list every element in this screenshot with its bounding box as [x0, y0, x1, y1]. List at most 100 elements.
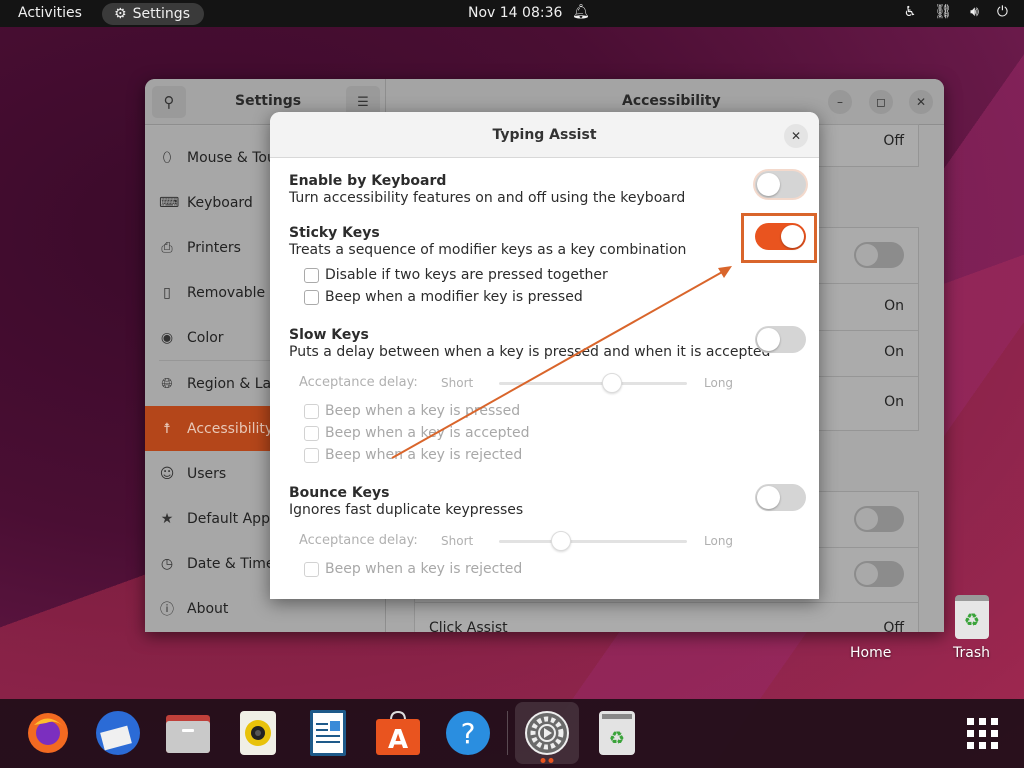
slow-keys-delay-slider[interactable] [499, 382, 687, 385]
row-value: Off [883, 133, 904, 149]
bounce-keys-toggle[interactable] [755, 484, 806, 511]
printer-icon: ⎙ [161, 239, 173, 256]
settings-app-icon [525, 711, 569, 755]
close-window-button[interactable]: ✕ [909, 90, 933, 114]
checkbox-box[interactable] [304, 267, 319, 283]
network-icon[interactable]: ⛓︎ [934, 4, 952, 20]
sticky-keys-title: Sticky Keys [289, 225, 380, 241]
rhythmbox-icon [240, 711, 276, 755]
checkbox-box[interactable] [304, 425, 319, 441]
slow-keys-slider-knob[interactable] [601, 373, 622, 393]
delay-long-label: Long [704, 534, 734, 548]
dock-thunderbird[interactable] [94, 709, 142, 757]
bounce-beep-rejected-checkbox[interactable]: Beep when a key is rejected [304, 561, 522, 577]
dock-help[interactable]: ? [444, 709, 492, 757]
checkbox-label: Beep when a key is accepted [325, 425, 530, 441]
delay-short-label: Short [441, 376, 474, 390]
usb-icon: ▯ [163, 284, 171, 301]
dock-settings[interactable] [515, 702, 579, 764]
checkbox-box[interactable] [304, 289, 319, 305]
dock-ubuntu-software[interactable]: A [374, 709, 422, 757]
top-bar: Activities ⚙ Settings Nov 14 08:36 🔔︎ ♿︎… [0, 0, 1024, 27]
dock-separator [507, 711, 508, 755]
help-icon: ? [446, 711, 490, 755]
app-grid-icon [967, 718, 998, 749]
click-assist-label[interactable]: Click Assist [429, 620, 508, 632]
annotation-highlight-box [741, 213, 817, 263]
slow-keys-delay-row: Acceptance delay: Short Long [299, 373, 739, 393]
show-apps-button[interactable] [958, 709, 1006, 757]
slow-beep-rejected-checkbox[interactable]: Beep when a key is rejected [304, 447, 522, 463]
checkbox-box[interactable] [304, 403, 319, 419]
mouse-icon: ⬯ [162, 149, 172, 166]
sidebar-item-label: Date & Time [187, 555, 275, 572]
enable-keyboard-title: Enable by Keyboard [289, 173, 447, 189]
row-value: On [884, 344, 904, 360]
firefox-icon [28, 713, 68, 753]
bounce-keys-delay-slider[interactable] [499, 540, 687, 543]
slow-keys-description: Puts a delay between when a key is press… [289, 344, 771, 360]
hamburger-icon: ☰ [357, 94, 369, 110]
clock-icon: ◷ [160, 555, 174, 572]
page-title: Accessibility [622, 93, 721, 109]
system-tray[interactable]: ♿︎ ⛓︎ 🔊︎ ⏻ [904, 4, 1008, 20]
app-menu-label: Settings [132, 6, 190, 22]
power-icon[interactable]: ⏻ [997, 4, 1008, 20]
minimize-button[interactable]: – [828, 90, 852, 114]
bounce-keys-slider-knob[interactable] [551, 531, 572, 551]
checkbox-label: Beep when a key is rejected [325, 561, 523, 577]
sticky-beep-modifier-checkbox[interactable]: Beep when a modifier key is pressed [304, 289, 583, 305]
globe-icon: 🌐︎ [161, 375, 173, 392]
sidebar-item-label: About [187, 600, 229, 617]
slow-keys-toggle[interactable] [755, 326, 806, 353]
app-menu-button[interactable]: ⚙ Settings [102, 3, 204, 25]
sidebar-item-label: Keyboard [187, 194, 253, 211]
maximize-button[interactable]: ◻ [869, 90, 893, 114]
home-desktop-label[interactable]: Home [850, 645, 891, 661]
volume-icon[interactable]: 🔊︎ [970, 4, 979, 20]
users-icon: ☺ [159, 465, 175, 482]
sidebar-item-label: Users [187, 465, 227, 482]
sidebar-item-label: Printers [187, 239, 241, 256]
dock-firefox[interactable] [24, 709, 72, 757]
bounce-keys-delay-row: Acceptance delay: Short Long [299, 531, 739, 551]
background-toggle[interactable] [854, 242, 904, 268]
checkbox-box[interactable] [304, 561, 319, 577]
sidebar-item-label: Color [187, 329, 224, 346]
enable-keyboard-toggle[interactable] [755, 171, 806, 198]
dock-files[interactable] [164, 709, 212, 757]
accessibility-icon[interactable]: ♿︎ [904, 4, 917, 20]
delay-short-label: Short [441, 534, 474, 548]
checkbox-label: Disable if two keys are pressed together [325, 267, 608, 283]
dock-rhythmbox[interactable] [234, 709, 282, 757]
trash-desktop-icon[interactable]: ♻ [955, 595, 989, 639]
enable-keyboard-description: Turn accessibility features on and off u… [289, 190, 686, 206]
slow-beep-pressed-checkbox[interactable]: Beep when a key is pressed [304, 403, 520, 419]
sticky-keys-description: Treats a sequence of modifier keys as a … [289, 242, 687, 258]
activities-button[interactable]: Activities [18, 5, 82, 21]
sticky-disable-two-keys-checkbox[interactable]: Disable if two keys are pressed together [304, 267, 608, 283]
dock-trash[interactable]: ♻ [593, 709, 641, 757]
slow-keys-title: Slow Keys [289, 327, 369, 343]
background-toggle[interactable] [854, 561, 904, 587]
checkbox-box[interactable] [304, 447, 319, 463]
bounce-keys-title: Bounce Keys [289, 485, 390, 501]
slow-beep-accepted-checkbox[interactable]: Beep when a key is accepted [304, 425, 530, 441]
dialog-close-button[interactable]: ✕ [784, 124, 808, 148]
bell-icon[interactable]: 🔔︎ [572, 4, 590, 20]
keyboard-icon: ⌨ [159, 194, 180, 211]
search-button[interactable]: ⚲ [152, 86, 186, 118]
running-indicator [540, 758, 554, 763]
star-icon: ★ [160, 510, 174, 527]
thunderbird-icon [96, 711, 140, 755]
minimize-icon: – [837, 95, 843, 109]
checkbox-label: Beep when a key is rejected [325, 447, 523, 463]
row-value: On [884, 394, 904, 410]
delay-label: Acceptance delay: [299, 375, 418, 390]
background-toggle[interactable] [854, 506, 904, 532]
close-icon: ✕ [915, 95, 927, 109]
dock-libreoffice-writer[interactable] [304, 709, 352, 757]
software-store-icon: A [376, 710, 420, 755]
trash-desktop-label[interactable]: Trash [953, 645, 990, 661]
clock-button[interactable]: Nov 14 08:36 [468, 5, 562, 21]
